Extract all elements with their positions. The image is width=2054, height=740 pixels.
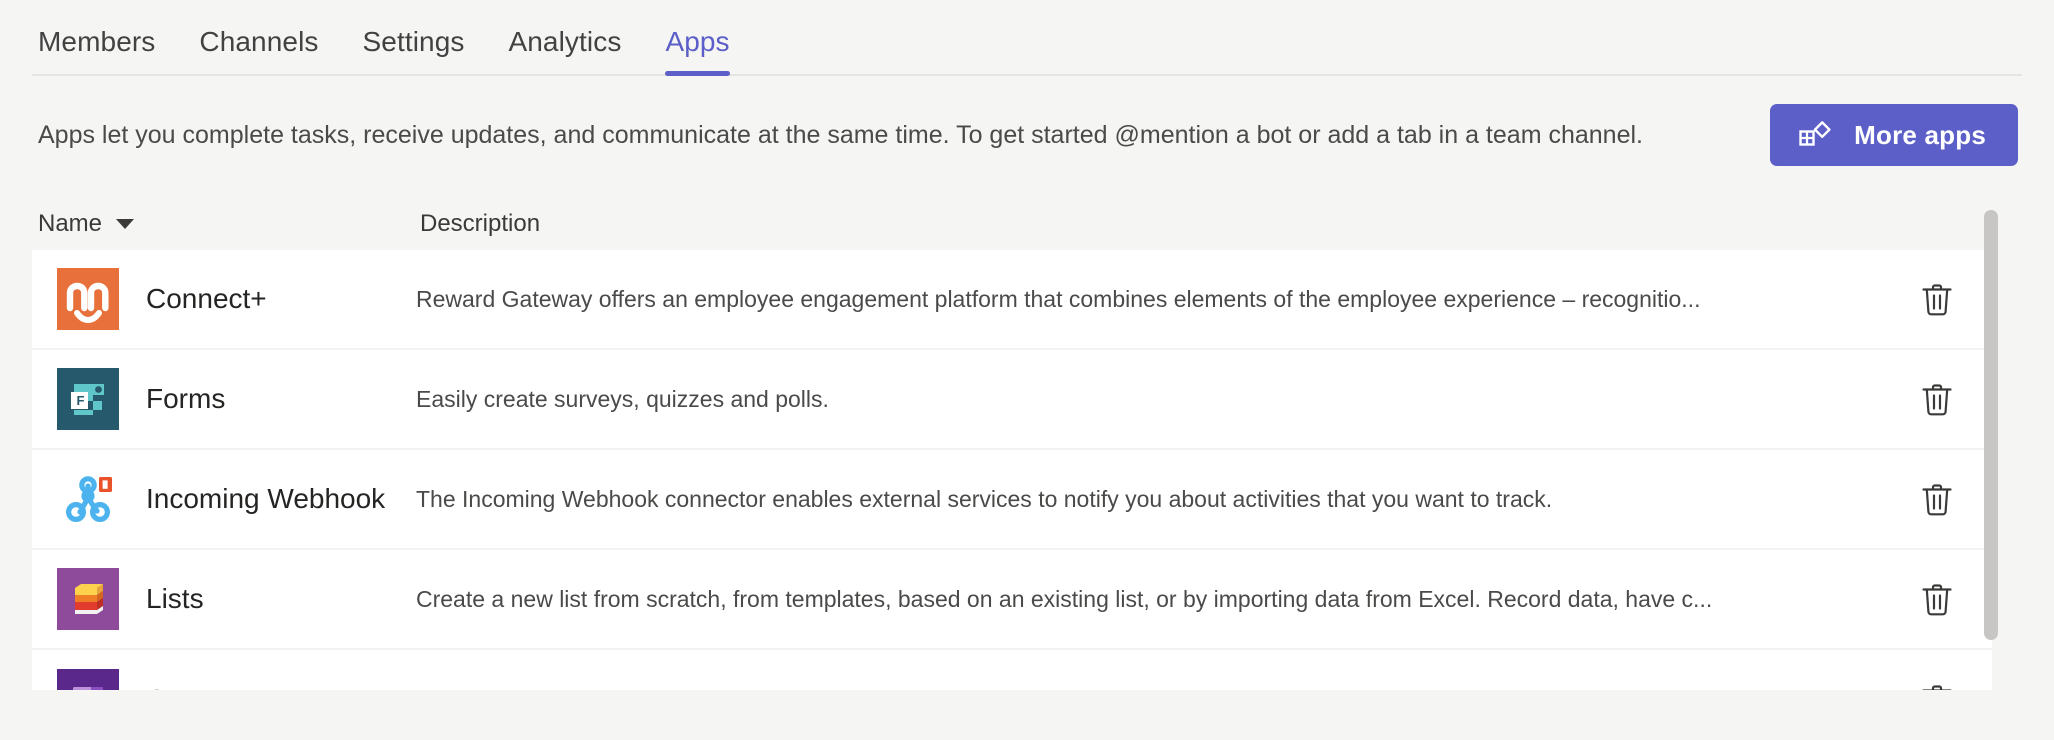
app-name: Forms: [146, 383, 226, 414]
row-actions: [1882, 275, 1992, 323]
svg-text:F: F: [77, 393, 85, 408]
app-description: Reward Gateway offers an employee engage…: [416, 285, 1701, 312]
teams-apps-page: Members Channels Settings Analytics Apps App…: [0, 0, 2054, 740]
incoming-webhook-icon: [52, 468, 124, 530]
tab-apps[interactable]: Apps: [665, 26, 730, 76]
row-actions: [1882, 575, 1992, 623]
app-description: Use OneNote to plan, collaborate, and ga…: [416, 687, 1882, 691]
table-row[interactable]: Incoming Webhook The Incoming Webhook con…: [32, 450, 1992, 550]
apps-intro-row: Apps let you complete tasks, receive upd…: [0, 76, 2054, 168]
app-name: Connect+: [146, 283, 267, 314]
table-row[interactable]: F Forms Easily create surveys, quizzes and…: [32, 350, 1992, 450]
apps-intro-text: Apps let you complete tasks, receive upd…: [38, 120, 1643, 149]
tab-channels[interactable]: Channels: [199, 26, 318, 76]
trash-icon[interactable]: [1914, 575, 1960, 623]
apps-table-header: Name Description: [0, 198, 2054, 250]
table-row[interactable]: Connect+ Reward Gateway offers an employe…: [32, 250, 1992, 350]
column-header-name-label: Name: [38, 210, 103, 237]
tab-settings[interactable]: Settings: [363, 26, 465, 76]
apps-grid-icon: [1798, 118, 1832, 152]
app-name: OneNote: [124, 684, 416, 690]
column-header-name[interactable]: Name: [38, 210, 420, 238]
more-apps-label: More apps: [1854, 119, 1986, 150]
forms-icon: F: [52, 368, 124, 430]
trash-icon[interactable]: [1914, 275, 1960, 323]
tab-analytics[interactable]: Analytics: [508, 26, 621, 76]
trash-icon[interactable]: [1914, 676, 1960, 690]
connect-plus-icon: [52, 268, 124, 330]
trash-icon[interactable]: [1914, 375, 1960, 423]
tab-members[interactable]: Members: [38, 26, 155, 76]
app-description: The Incoming Webhook connector enables e…: [416, 485, 1553, 512]
team-tabstrip: Members Channels Settings Analytics Apps: [0, 0, 2054, 76]
scrollbar-thumb[interactable]: [1984, 210, 1998, 640]
app-name: Lists: [146, 583, 204, 614]
trash-icon[interactable]: [1914, 475, 1960, 523]
row-actions: [1882, 475, 1992, 523]
apps-row-list: Connect+ Reward Gateway offers an employe…: [32, 250, 1992, 690]
caret-down-icon: [116, 219, 135, 229]
app-description: Easily create surveys, quizzes and polls…: [416, 385, 829, 412]
table-row[interactable]: OneNoteUse OneNote to plan, collaborate,…: [32, 650, 1992, 690]
app-description: Create a new list from scratch, from tem…: [416, 585, 1713, 612]
onenote-icon: [52, 669, 124, 690]
lists-icon: [52, 568, 124, 630]
vertical-scrollbar[interactable]: [1984, 198, 1998, 640]
row-actions: [1882, 676, 1992, 690]
table-row[interactable]: Lists Create a new list from scratch, fro…: [32, 550, 1992, 650]
more-apps-button[interactable]: More apps: [1770, 104, 2018, 166]
apps-table: Name Description Connect+ Reward Gateway …: [0, 198, 2054, 690]
column-header-description: Description: [420, 210, 541, 237]
row-actions: [1882, 375, 1992, 423]
app-name: Incoming Webhook: [146, 483, 386, 514]
